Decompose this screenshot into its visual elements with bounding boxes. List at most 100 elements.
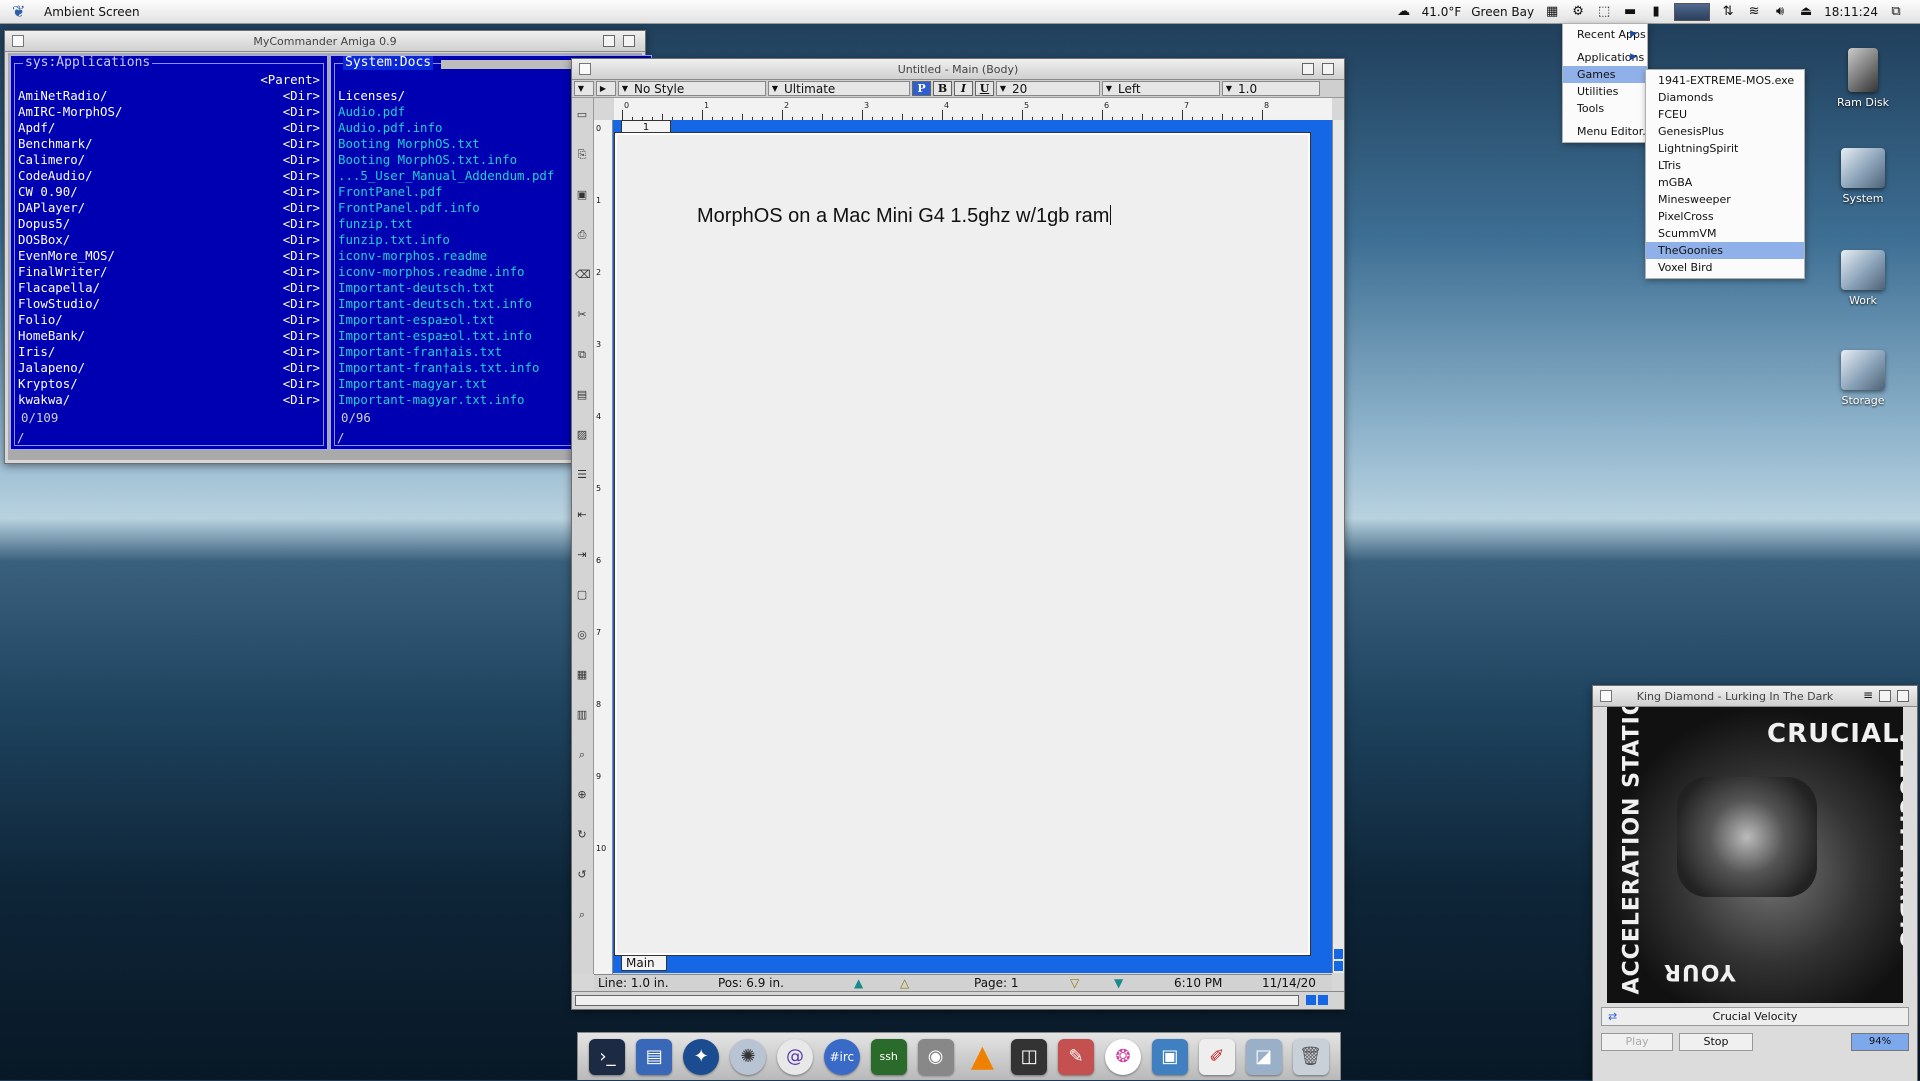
left-file-panel[interactable]: sys:Applications <Parent> AmiNetRadio/ <D… xyxy=(10,55,328,450)
size-dropdown[interactable]: ▼ 20 xyxy=(996,81,1100,96)
horizontal-scroll-track[interactable] xyxy=(575,995,1299,1006)
file-row[interactable]: Apdf/ <Dir> xyxy=(15,120,323,136)
vlc-cone-icon[interactable]: ▲ xyxy=(964,1039,1000,1075)
desktop-icon-ram-disk[interactable]: Ram Disk xyxy=(1818,48,1908,109)
email-icon[interactable]: @ xyxy=(776,1038,813,1075)
zoom-plus-icon[interactable]: ⊕ xyxy=(575,788,589,802)
scroll-down-arrow[interactable] xyxy=(1334,961,1343,971)
left-command-line[interactable]: / xyxy=(17,430,24,445)
compass-icon[interactable]: ✦ xyxy=(683,1038,720,1075)
paint-icon[interactable]: ✎ xyxy=(1058,1038,1095,1075)
games-menu-item[interactable]: FCEU xyxy=(1646,106,1804,123)
table-icon[interactable]: ▦ xyxy=(575,668,589,682)
file-row[interactable]: CW 0.90/ <Dir> xyxy=(15,184,323,200)
games-menu-item[interactable]: Minesweeper xyxy=(1646,191,1804,208)
games-menu-item[interactable]: LTris xyxy=(1646,157,1804,174)
right-panel-path[interactable]: System:Docs xyxy=(343,56,434,70)
gear-icon[interactable]: ⚙ xyxy=(1570,4,1586,20)
file-row[interactable]: FlowStudio/ <Dir> xyxy=(15,296,323,312)
desktop-icon-storage[interactable]: Storage xyxy=(1818,350,1908,407)
file-row[interactable]: Dopus5/ <Dir> xyxy=(15,216,323,232)
search-icon[interactable]: ⌕ xyxy=(575,908,589,922)
list-icon[interactable]: ☰ xyxy=(575,468,589,482)
color-wheel-icon[interactable]: ❂ xyxy=(1105,1038,1142,1075)
zoom-button[interactable] xyxy=(1302,63,1314,75)
toolbar-menu-toggle[interactable]: ▼ xyxy=(574,81,594,96)
indent-right-icon[interactable]: ⇥ xyxy=(575,548,589,562)
desktop-icon-work[interactable]: Work xyxy=(1818,250,1908,307)
games-menu-item[interactable]: ScummVM xyxy=(1646,225,1804,242)
browser-icon[interactable]: ✺ xyxy=(730,1038,767,1075)
scroll-left-arrow[interactable] xyxy=(1306,995,1316,1005)
file-row[interactable]: HomeBank/ <Dir> xyxy=(15,328,323,344)
games-menu-item[interactable]: TheGoonies xyxy=(1646,242,1804,259)
close-button[interactable] xyxy=(12,35,24,47)
shell-icon[interactable]: ›_ xyxy=(589,1038,626,1075)
right-command-line[interactable]: / xyxy=(337,430,344,445)
prev-page-icon[interactable]: ▲ xyxy=(854,976,863,990)
next-page-icon[interactable]: ▽ xyxy=(1070,976,1079,990)
menu-lines-icon[interactable]: ≡ xyxy=(1863,688,1873,702)
start-menu-item[interactable]: Applications ▶ xyxy=(1563,49,1647,66)
games-menu-item[interactable]: LightningSpirit xyxy=(1646,140,1804,157)
last-page-icon[interactable]: ▼ xyxy=(1114,976,1123,990)
start-menu-item[interactable]: Menu Editor... xyxy=(1563,123,1653,140)
start-menu-item[interactable]: Tools xyxy=(1563,100,1647,117)
scroll-right-arrow[interactable] xyxy=(1318,995,1328,1005)
vertical-scrollbar[interactable] xyxy=(1332,120,1344,973)
volume-icon[interactable]: 🔊︎ xyxy=(1772,4,1788,20)
games-menu-item[interactable]: GenesisPlus xyxy=(1646,123,1804,140)
games-menu-item[interactable]: mGBA xyxy=(1646,174,1804,191)
erase-icon[interactable]: ⌫ xyxy=(575,268,591,282)
font-dropdown[interactable]: ▼ Ultimate xyxy=(768,81,910,96)
zoom-button[interactable] xyxy=(1879,690,1891,702)
depth-button[interactable] xyxy=(1897,690,1909,702)
paste-icon[interactable]: ▤ xyxy=(575,388,589,402)
plain-button[interactable]: P xyxy=(912,81,931,96)
frame-icon[interactable]: ▢ xyxy=(575,588,589,602)
scroll-up-arrow[interactable] xyxy=(1334,949,1343,959)
clipboard-icon[interactable]: ▥ xyxy=(575,708,589,722)
file-row[interactable]: DAPlayer/ <Dir> xyxy=(15,200,323,216)
stop-button[interactable]: Stop xyxy=(1679,1033,1753,1051)
window-switch-icon[interactable]: ⧉ xyxy=(1888,4,1904,20)
document-text[interactable]: MorphOS on a Mac Mini G4 1.5ghz w/1gb ra… xyxy=(697,205,1112,228)
network-icon[interactable]: ⇅ xyxy=(1720,4,1736,20)
open-icon[interactable]: ⎘ xyxy=(575,148,589,162)
toolbar-expand-toggle[interactable]: ▶ xyxy=(596,81,616,96)
file-row[interactable]: Kryptos/ <Dir> xyxy=(15,376,323,392)
shuffle-icon[interactable]: ⇄ xyxy=(1608,1008,1617,1025)
new-document-icon[interactable]: ▭ xyxy=(575,108,589,122)
depth-button[interactable] xyxy=(623,35,635,47)
camera-icon[interactable]: ◉ xyxy=(917,1038,954,1075)
close-button[interactable] xyxy=(579,63,591,75)
drawer-icon[interactable]: ◪ xyxy=(1245,1038,1282,1075)
desktop-icon-system[interactable]: System xyxy=(1818,148,1908,205)
games-menu-item[interactable]: Voxel Bird xyxy=(1646,259,1804,276)
copy-icon[interactable]: ⧉ xyxy=(575,348,589,362)
left-panel-path[interactable]: sys:Applications xyxy=(23,56,153,70)
horizontal-scrollbar[interactable] xyxy=(572,991,1344,1009)
trash-icon[interactable]: 🗑︎ xyxy=(1292,1038,1329,1075)
file-row[interactable]: DOSBox/ <Dir> xyxy=(15,232,323,248)
news-reader-icon[interactable]: ▣ xyxy=(1151,1038,1188,1075)
document-page[interactable]: MorphOS on a Mac Mini G4 1.5ghz w/1gb ra… xyxy=(614,132,1311,956)
wordprocessor-titlebar[interactable]: Untitled - Main (Body) xyxy=(572,59,1344,80)
horizontal-ruler[interactable]: 0 1 2 3 4 5 6 7 8 xyxy=(614,98,1332,121)
games-menu-item[interactable]: 1941-EXTREME-MOS.exe xyxy=(1646,72,1804,89)
style-dropdown[interactable]: ▼ No Style xyxy=(618,81,766,96)
notepad-icon[interactable]: ✐ xyxy=(1198,1038,1235,1075)
redo-icon[interactable]: ↻ xyxy=(575,828,589,842)
wifi-icon[interactable]: ≋ xyxy=(1746,4,1762,20)
play-button[interactable]: Play xyxy=(1601,1033,1673,1051)
file-row[interactable]: Jalapeno/ <Dir> xyxy=(15,360,323,376)
close-button[interactable] xyxy=(1600,690,1612,702)
butterfly-logo-icon[interactable]: ❦ xyxy=(12,2,36,21)
bold-button[interactable]: B xyxy=(933,81,952,96)
zoom-icon[interactable]: ⌕ xyxy=(575,748,589,762)
volume-level[interactable]: 94% xyxy=(1851,1033,1909,1051)
player-titlebar[interactable]: King Diamond - Lurking In The Dark ≡ xyxy=(1593,686,1917,707)
file-row[interactable]: Iris/ <Dir> xyxy=(15,344,323,360)
image-icon[interactable]: ▨ xyxy=(575,428,589,442)
parent-row[interactable]: <Parent> xyxy=(15,72,323,88)
